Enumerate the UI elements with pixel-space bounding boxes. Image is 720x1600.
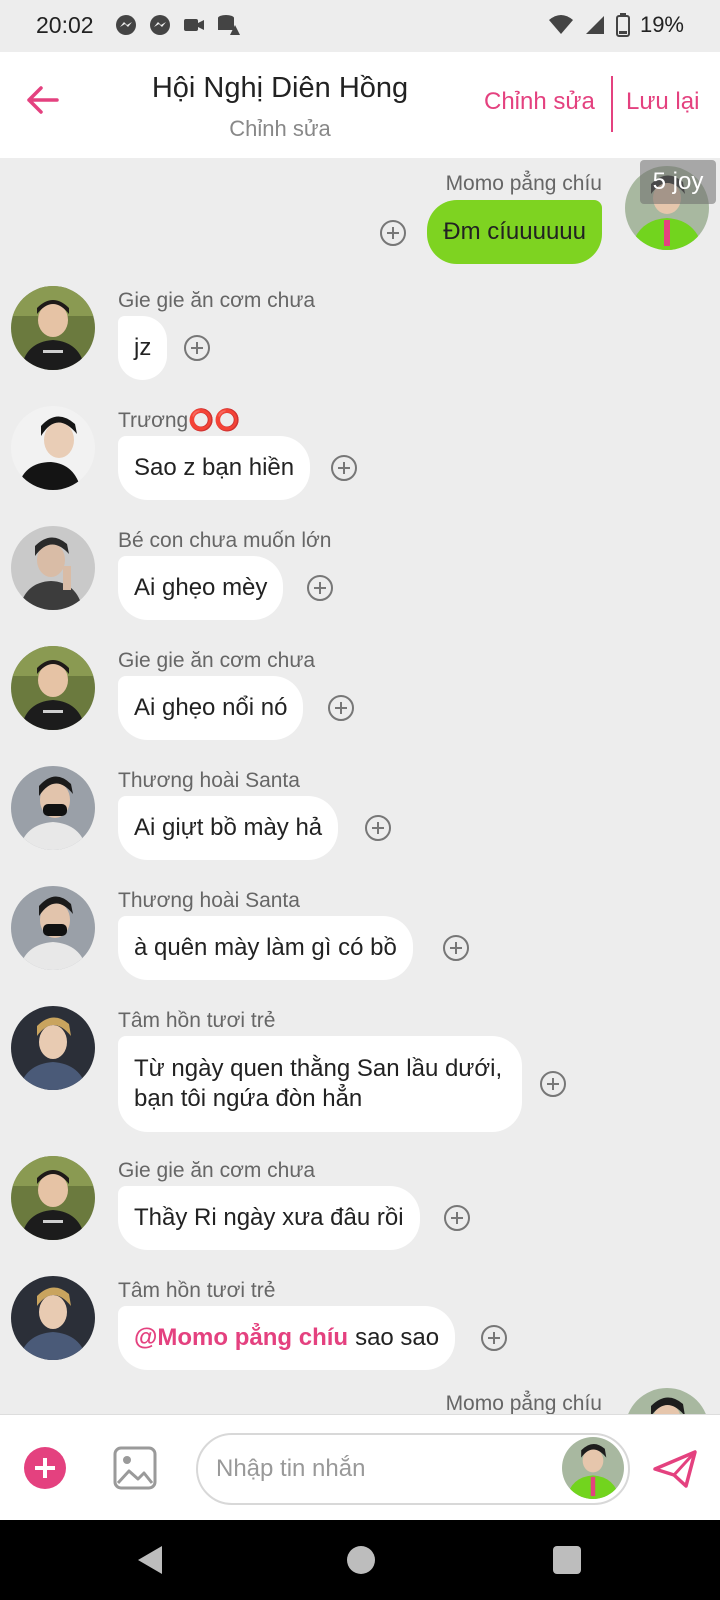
message-incoming: Gie gie ăn cơm chưa Ai ghẹo nổi nó: [0, 636, 720, 746]
message-list[interactable]: Momo pẳng chíu Đm cíuuuuuu 5 joy Gie gie…: [0, 158, 720, 1414]
message-incoming: Tâm hồn tươi trẻ Từ ngày quen thằng San …: [0, 996, 720, 1136]
react-add-icon[interactable]: [331, 455, 357, 481]
avatar[interactable]: [11, 526, 95, 610]
back-arrow-icon: [27, 86, 59, 114]
message-bubble[interactable]: Đm cíuuuuuu: [427, 200, 602, 264]
message-incoming: Tâm hồn tươi trẻ @Momo pẳng chíu sao sao: [0, 1266, 720, 1376]
message-bubble[interactable]: Ai ghẹo nổi nó: [118, 676, 304, 740]
notification-icons: [114, 13, 240, 37]
react-add-icon[interactable]: [380, 220, 406, 246]
image-icon[interactable]: [112, 1445, 158, 1491]
cellular-icon: [585, 16, 604, 34]
nav-home-icon[interactable]: [347, 1546, 375, 1574]
avatar[interactable]: [11, 646, 95, 730]
sender-name: Tâm hồn tươi trẻ: [118, 1009, 276, 1032]
react-add-icon[interactable]: [184, 335, 210, 361]
battery-percent: 19%: [639, 12, 684, 37]
system-icons: 19%: [548, 12, 684, 38]
plus-icon[interactable]: [24, 1447, 66, 1489]
message-outgoing: Momo pẳng chíu Đm cíuuuuuu 5 joy: [0, 158, 720, 268]
messenger-icon: [116, 15, 136, 35]
message-text: sao sao: [355, 1324, 440, 1351]
sender-name: Bé con chưa muốn lớn: [118, 529, 332, 552]
sticker-avatar-button[interactable]: [562, 1437, 624, 1499]
avatar[interactable]: [11, 886, 95, 970]
message-bubble[interactable]: Từ ngày quen thằng San lầu dưới, bạn tôi…: [118, 1036, 522, 1132]
avatar[interactable]: [11, 1006, 95, 1090]
message-incoming: Gie gie ăn cơm chưa Thầy Ri ngày xưa đâu…: [0, 1146, 720, 1256]
message-bubble[interactable]: jz: [118, 316, 168, 380]
message-bubble[interactable]: Thầy Ri ngày xưa đâu rồi: [118, 1186, 420, 1250]
status-bar: 20:02 19%: [0, 0, 720, 52]
wifi-icon: [548, 15, 573, 34]
react-add-icon[interactable]: [307, 575, 333, 601]
message-incoming: Thương hoài Santa Ai giựt bồ mày hả: [0, 756, 720, 866]
message-incoming: Bé con chưa muốn lớn Ai ghẹo mèy: [0, 516, 720, 626]
nav-recent-icon[interactable]: [553, 1546, 581, 1574]
sender-name: Trương⭕⭕: [118, 409, 241, 432]
react-add-icon[interactable]: [540, 1071, 566, 1097]
avatar[interactable]: [11, 406, 95, 490]
message-bubble[interactable]: Sao z bạn hiền: [118, 436, 311, 500]
message-incoming: Gie gie ăn cơm chưa jz: [0, 276, 720, 386]
storage-alert-icon: [218, 15, 240, 35]
system-nav-bar: [0, 1520, 720, 1600]
back-button[interactable]: [20, 78, 64, 122]
status-time: 20:02: [36, 12, 94, 38]
messenger-icon: [150, 15, 170, 35]
react-add-icon[interactable]: [328, 695, 354, 721]
message-composer: [0, 1414, 720, 1520]
video-icon: [184, 19, 204, 31]
mention-link[interactable]: @Momo pẳng chíu: [134, 1324, 348, 1352]
avatar[interactable]: [625, 1388, 709, 1414]
message-bubble[interactable]: Ai ghẹo mèy: [118, 556, 284, 620]
nav-back-icon[interactable]: [136, 1544, 164, 1576]
send-icon[interactable]: [652, 1449, 698, 1489]
avatar[interactable]: [11, 1276, 95, 1360]
avatar[interactable]: [11, 766, 95, 850]
sender-name: Gie gie ăn cơm chưa: [118, 289, 316, 312]
message-bubble[interactable]: Ai giựt bồ mày hả: [118, 796, 339, 860]
react-add-icon[interactable]: [444, 1205, 470, 1231]
sender-name: Gie gie ăn cơm chưa: [118, 649, 316, 672]
react-add-icon[interactable]: [481, 1325, 507, 1351]
react-add-icon[interactable]: [443, 935, 469, 961]
edit-button[interactable]: Chỉnh sửa: [484, 88, 595, 116]
react-add-icon[interactable]: [365, 815, 391, 841]
sender-name: Momo pẳng chíu: [445, 1392, 602, 1414]
avatar[interactable]: [11, 286, 95, 370]
save-button[interactable]: Lưu lại: [626, 88, 699, 116]
sender-name: Momo pẳng chíu: [445, 172, 602, 195]
message-incoming: Trương⭕⭕ Sao z bạn hiền: [0, 396, 720, 506]
sender-name: Thương hoài Santa: [118, 769, 300, 792]
sender-name: Tâm hồn tươi trẻ: [118, 1279, 276, 1302]
joy-badge: 5 joy: [640, 160, 716, 204]
sender-name: Gie gie ăn cơm chưa: [118, 1159, 316, 1182]
group-subtitle: Chỉnh sửa: [229, 116, 331, 141]
message-incoming: Thương hoài Santa à quên mày làm gì có b…: [0, 876, 720, 986]
group-title: Hội Nghị Diên Hồng: [151, 72, 409, 104]
message-bubble[interactable]: à quên mày làm gì có bồ: [118, 916, 413, 980]
avatar[interactable]: [11, 1156, 95, 1240]
message-outgoing: Momo pẳng chíu: [0, 1386, 720, 1414]
header-divider: [611, 76, 613, 132]
battery-icon: [615, 13, 630, 37]
sender-name: Thương hoài Santa: [118, 889, 300, 912]
message-bubble[interactable]: @Momo pẳng chíu sao sao: [118, 1306, 456, 1370]
chat-header: Hội Nghị Diên Hồng Chỉnh sửa Chỉnh sửa L…: [0, 52, 720, 158]
